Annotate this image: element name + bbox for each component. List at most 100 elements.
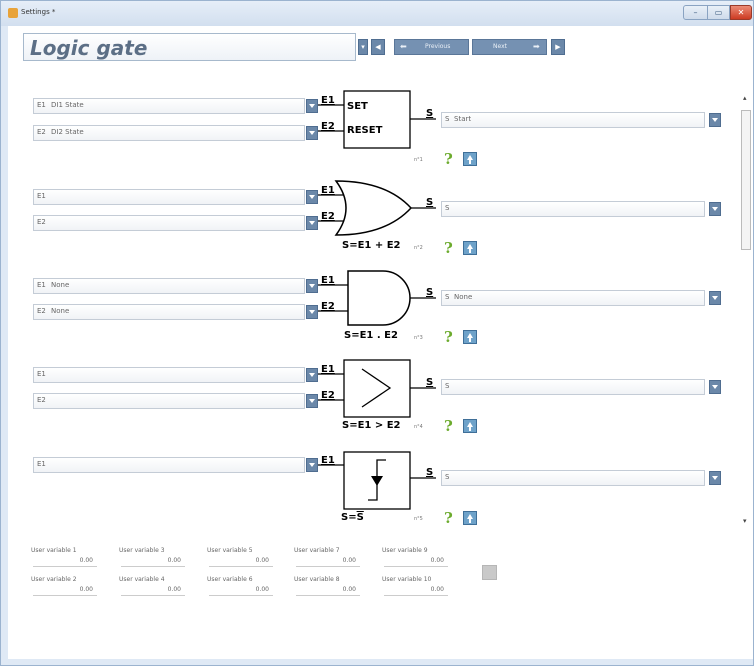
gate4-s-field[interactable]: S [441,379,705,395]
gate3-s-field[interactable]: S None [441,290,705,306]
gate1-e1-dropdown[interactable] [306,99,318,113]
gate4-formula: S=E1 > E2 [342,420,401,431]
user-variable-3-field[interactable]: 0.00 [121,556,185,567]
and-gate-diagram: E1 E2 S [318,270,436,326]
user-variable-2-field[interactable]: 0.00 [33,585,97,596]
gate2-s-field[interactable]: S [441,201,705,217]
scroll-thumb[interactable] [741,110,751,250]
minimize-button[interactable]: – [683,5,708,20]
user-variable-value: 0.00 [79,586,93,593]
field-label: E1 [37,192,46,200]
scroll-down-icon[interactable]: ▾ [743,517,747,525]
gate5-help-icon[interactable]: ? [444,509,453,527]
gate1-s-dropdown[interactable] [709,113,721,127]
previous-label: Previous [425,43,451,50]
gate1-help-icon[interactable]: ? [444,150,453,168]
gate2-up-button[interactable] [463,241,477,255]
user-variables-action-button[interactable] [482,565,497,580]
gate3-e1-dropdown[interactable] [306,279,318,293]
pin-s-label: S [426,197,433,208]
user-variable-value: 0.00 [79,557,93,564]
gate4-e1-dropdown[interactable] [306,368,318,382]
gate5-e1-dropdown[interactable] [306,458,318,472]
user-variable-value: 0.00 [255,586,269,593]
user-variable-10-field[interactable]: 0.00 [384,585,448,596]
gate3-e1-field[interactable]: E1 None [33,278,305,294]
gate3-up-button[interactable] [463,330,477,344]
field-value: None [51,281,70,289]
gate4-number: n°4 [414,424,423,430]
user-variable-value: 0.00 [255,557,269,564]
first-page-button[interactable]: ◀ [371,39,385,55]
gate4-up-button[interactable] [463,419,477,433]
field-label: S [445,115,450,123]
user-variable-value: 0.00 [430,586,444,593]
gate4-s-dropdown[interactable] [709,380,721,394]
user-variable-3-label: User variable 3 [119,547,165,554]
reset-text: RESET [347,125,383,136]
gate3-s-dropdown[interactable] [709,291,721,305]
comparator-gate-diagram: E1 E2 S [318,359,436,418]
close-button[interactable]: ✕ [730,5,752,20]
maximize-button[interactable]: ▭ [707,5,730,20]
field-label: S [445,204,450,212]
field-value: DI2 State [51,128,84,136]
app-icon [8,8,18,18]
gate4-e2-field[interactable]: E2 [33,393,305,409]
next-label: Next [493,43,507,50]
scroll-up-icon[interactable]: ▴ [743,94,747,102]
gate1-e2-field[interactable]: E2 DI2 State [33,125,305,141]
user-variable-1-field[interactable]: 0.00 [33,556,97,567]
gate2-e2-field[interactable]: E2 [33,215,305,231]
gate3-help-icon[interactable]: ? [444,328,453,346]
gate1-up-button[interactable] [463,152,477,166]
pin-s-label: S [426,467,433,478]
pin-e1-label: E1 [321,95,335,106]
field-value: None [51,307,70,315]
set-text: SET [347,101,368,112]
gate5-e1-field[interactable]: E1 [33,457,305,473]
gate4-e1-field[interactable]: E1 [33,367,305,383]
user-variable-8-field[interactable]: 0.00 [296,585,360,596]
user-variable-4-field[interactable]: 0.00 [121,585,185,596]
gate5-up-button[interactable] [463,511,477,525]
gate2-help-icon[interactable]: ? [444,239,453,257]
gate4-help-icon[interactable]: ? [444,417,453,435]
user-variable-5-field[interactable]: 0.00 [209,556,273,567]
title-bar[interactable]: Settings * – ▭ ✕ [1,1,753,26]
field-label: E2 [37,218,46,226]
field-label: S [445,293,450,301]
user-variable-9-label: User variable 9 [382,547,428,554]
field-label: E2 [37,396,46,404]
field-label: S [445,473,450,481]
gate2-e1-dropdown[interactable] [306,190,318,204]
gate2-e1-field[interactable]: E1 [33,189,305,205]
gate3-number: n°3 [414,335,423,341]
gate3-e2-dropdown[interactable] [306,305,318,319]
gate5-s-field[interactable]: S [441,470,705,486]
next-button[interactable]: Next ➡ [472,39,547,55]
gate1-number: n°1 [414,157,423,163]
gate1-e2-dropdown[interactable] [306,126,318,140]
gate1-e1-field[interactable]: E1 DI1 State [33,98,305,114]
vertical-scrollbar[interactable]: ▴ ▾ [736,80,752,525]
user-variable-7-field[interactable]: 0.00 [296,556,360,567]
previous-button[interactable]: ⬅ Previous [394,39,469,55]
gate1-s-field[interactable]: S Start [441,112,705,128]
gate4-e2-dropdown[interactable] [306,394,318,408]
gate2-s-dropdown[interactable] [709,202,721,216]
title-dropdown-button[interactable]: ▾ [358,39,368,55]
window-title: Settings * [21,8,56,16]
field-value: Start [454,115,472,123]
user-variable-9-field[interactable]: 0.00 [384,556,448,567]
last-page-button[interactable]: ▶ [551,39,565,55]
field-label: E1 [37,370,46,378]
user-variable-6-field[interactable]: 0.00 [209,585,273,596]
gate3-e2-field[interactable]: E2 None [33,304,305,320]
field-label: E2 [37,307,46,315]
gate5-number: n°5 [414,516,423,522]
gate2-e2-dropdown[interactable] [306,216,318,230]
user-variable-1-label: User variable 1 [31,547,77,554]
gate5-s-dropdown[interactable] [709,471,721,485]
page-title-box: Logic gate [23,33,356,61]
